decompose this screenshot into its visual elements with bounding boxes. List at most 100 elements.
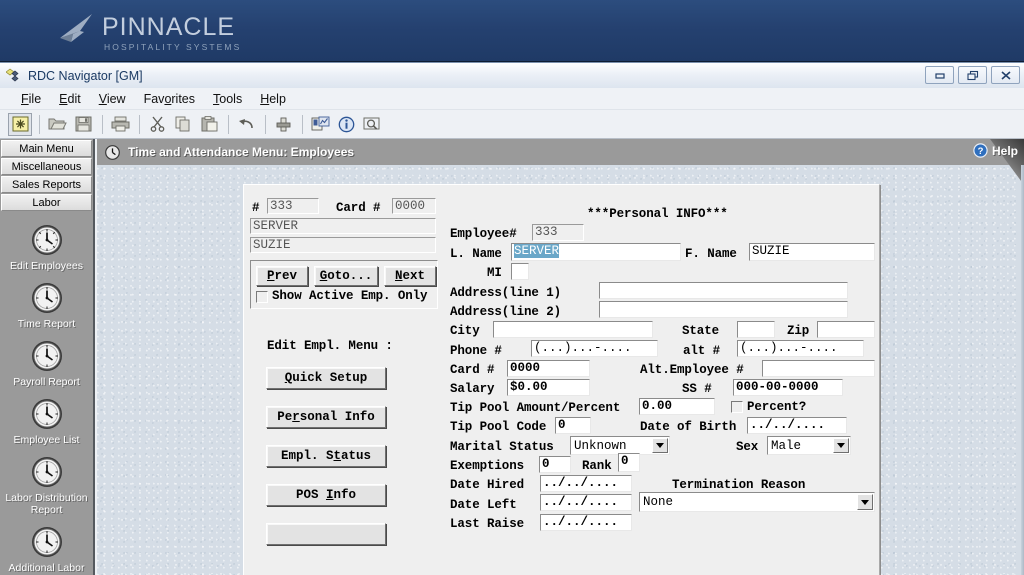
menu-edit[interactable]: Edit — [50, 90, 90, 108]
alt-phone-field[interactable]: (...)...-.... — [737, 340, 864, 357]
goto-button[interactable]: Goto... — [314, 266, 378, 286]
open-button[interactable] — [45, 113, 69, 136]
preview-button[interactable] — [360, 113, 384, 136]
menu-file[interactable]: File — [12, 90, 50, 108]
phone-field[interactable]: (...)...-.... — [531, 340, 658, 357]
sidebar-item-edit-employees[interactable]: Edit Employees — [0, 223, 93, 272]
extra-menu-button[interactable] — [266, 523, 386, 545]
sidebar-item-label: Edit Employees — [10, 260, 83, 272]
nav-card-field[interactable]: 0000 — [392, 198, 436, 214]
copy-button[interactable] — [171, 113, 195, 136]
chevron-down-icon[interactable] — [652, 438, 668, 453]
state-field[interactable] — [737, 321, 775, 338]
sidebar-item-additional-labor[interactable]: Additional Labor — [0, 525, 93, 574]
workspace-header: Time and Attendance Menu: Employees ? He… — [97, 139, 1024, 185]
alt-employee-field[interactable] — [762, 360, 875, 377]
new-document-icon — [12, 116, 28, 132]
employee-num-field[interactable]: 333 — [532, 224, 584, 241]
sidebar-item-payroll-report[interactable]: Payroll Report — [0, 339, 93, 388]
zip-field[interactable] — [817, 321, 875, 338]
empl-status-button[interactable]: Empl. Status — [266, 445, 386, 467]
city-field[interactable] — [493, 321, 653, 338]
last-raise-field[interactable]: ../../.... — [540, 514, 632, 531]
undo-button[interactable] — [234, 113, 258, 136]
termination-reason-select[interactable]: None — [639, 492, 875, 512]
date-left-field[interactable]: ../../.... — [540, 494, 632, 511]
personal-info-button[interactable]: Personal Info — [266, 406, 386, 428]
percent-checkbox[interactable] — [731, 401, 743, 413]
mi-label: MI — [487, 266, 502, 280]
show-active-label: Show Active Emp. Only — [272, 289, 428, 303]
employee-num-label: Employee# — [450, 227, 517, 241]
sidebar-item-time-report[interactable]: Time Report — [0, 281, 93, 330]
print-button[interactable] — [108, 113, 132, 136]
help-button[interactable]: ? Help — [973, 143, 1018, 158]
tip-pool-code-field[interactable]: 0 — [555, 417, 591, 434]
tip-pool-amount-label: Tip Pool Amount/Percent — [450, 401, 621, 415]
info-button[interactable] — [334, 113, 358, 136]
clock-icon — [31, 341, 62, 371]
last-name-field[interactable]: SERVER — [511, 243, 681, 261]
sidebar-tab-labor[interactable]: Labor — [1, 194, 92, 211]
sidebar-item-labor-distribution-report[interactable]: Labor Distribution Report — [0, 455, 93, 516]
mi-field[interactable] — [511, 263, 529, 280]
save-disk-icon — [75, 116, 91, 132]
quick-setup-button[interactable]: Quick Setup — [266, 367, 386, 389]
close-icon — [1000, 70, 1011, 80]
clock-icon — [31, 399, 62, 429]
minimize-button[interactable] — [925, 66, 954, 84]
menu-help[interactable]: Help — [251, 90, 295, 108]
chevron-down-icon[interactable] — [857, 494, 873, 510]
new-document-button[interactable] — [8, 112, 32, 136]
sidebar-tab-main-menu[interactable]: Main Menu — [1, 140, 92, 157]
restore-button[interactable] — [958, 66, 987, 84]
next-button[interactable]: Next — [384, 266, 436, 286]
address1-field[interactable] — [599, 282, 848, 299]
properties-button[interactable] — [271, 113, 295, 136]
zip-label: Zip — [787, 324, 810, 338]
date-left-label: Date Left — [450, 498, 517, 512]
sidebar-item-employee-list[interactable]: Employee List — [0, 397, 93, 446]
address2-field[interactable] — [599, 301, 848, 318]
nav-num-field[interactable]: 333 — [267, 198, 319, 214]
sex-select[interactable]: Male — [767, 436, 851, 455]
menu-tools[interactable]: Tools — [204, 90, 251, 108]
divider — [265, 114, 266, 134]
tip-pool-amount-field[interactable]: 0.00 — [639, 398, 715, 415]
chevron-down-icon[interactable] — [833, 438, 849, 453]
card-field[interactable]: 0000 — [507, 360, 590, 377]
dob-field[interactable]: ../../.... — [747, 417, 847, 434]
prev-button[interactable]: Prev — [256, 266, 308, 286]
nav-last-name-field[interactable]: SERVER — [250, 218, 436, 234]
salary-field[interactable]: $0.00 — [507, 379, 590, 396]
nav-first-name-field[interactable]: SUZIE — [250, 237, 436, 253]
sidebar-tab-label: Sales Reports — [11, 178, 82, 191]
menu-favorites[interactable]: Favorites — [135, 90, 204, 108]
sidebar-tab-label: Main Menu — [19, 142, 74, 155]
city-label: City — [450, 324, 480, 338]
sidebar-tab-sales-reports[interactable]: Sales Reports — [1, 176, 92, 193]
exemptions-field[interactable]: 0 — [539, 456, 571, 473]
divider — [102, 114, 103, 134]
ss-field[interactable]: 000-00-0000 — [733, 379, 843, 396]
cut-button[interactable] — [145, 113, 169, 136]
termination-reason-value: None — [643, 495, 674, 509]
pos-info-button[interactable]: POS Info — [266, 484, 386, 506]
body-split: Main Menu Miscellaneous Sales Reports La… — [0, 139, 1024, 575]
workspace-title: Time and Attendance Menu: Employees — [128, 145, 355, 159]
sidebar-tab-miscellaneous[interactable]: Miscellaneous — [1, 158, 92, 175]
show-active-checkbox[interactable] — [256, 291, 268, 303]
date-hired-field[interactable]: ../../.... — [540, 475, 632, 492]
nav-card-label: Card # — [336, 201, 381, 215]
sidebar-item-label: Employee List — [13, 434, 80, 446]
save-button[interactable] — [71, 113, 95, 136]
tip-pool-code-label: Tip Pool Code — [450, 420, 547, 434]
menu-view[interactable]: View — [90, 90, 135, 108]
question-mark-icon: ? — [973, 143, 988, 158]
preview-icon — [363, 117, 380, 130]
reports-button[interactable] — [308, 113, 332, 136]
rank-field[interactable]: 0 — [618, 453, 640, 472]
close-button[interactable] — [991, 66, 1020, 84]
first-name-field[interactable]: SUZIE — [749, 243, 875, 261]
paste-button[interactable] — [197, 113, 221, 136]
